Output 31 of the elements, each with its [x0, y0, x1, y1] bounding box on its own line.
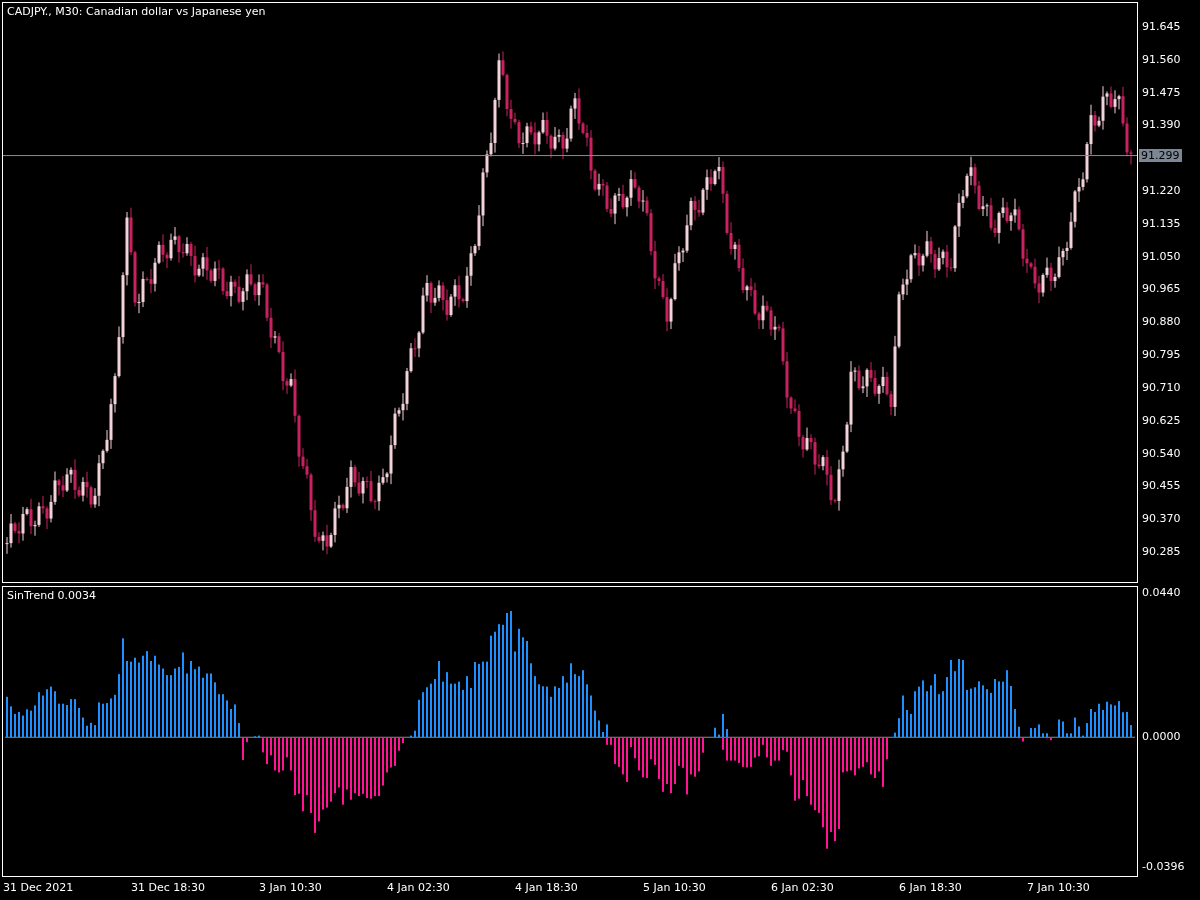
axis-label: 7 Jan 10:30 [1027, 881, 1090, 894]
axis-label: 5 Jan 10:30 [643, 881, 706, 894]
axis-label: 6 Jan 02:30 [771, 881, 834, 894]
axis-label: 90.710 [1142, 381, 1181, 394]
axis-label: 91.050 [1142, 250, 1181, 263]
axis-label: -0.0396 [1142, 861, 1185, 874]
axis-label: 91.135 [1142, 217, 1181, 230]
axis-label: 90.965 [1142, 283, 1181, 296]
axis-label: 91.390 [1142, 119, 1181, 132]
chart-title: CADJPY., M30: Canadian dollar vs Japanese yen [7, 5, 266, 18]
axis-label: 91.475 [1142, 86, 1181, 99]
axis-label: 4 Jan 02:30 [387, 881, 450, 894]
axis-label: 0.0440 [1142, 586, 1181, 599]
axis-label: 3 Jan 10:30 [259, 881, 322, 894]
axis-label: 91.220 [1142, 185, 1181, 198]
axis-label: 91.560 [1142, 53, 1181, 66]
current-price-label: 91.299 [1139, 148, 1182, 162]
axis-label: 0.0000 [1142, 731, 1181, 744]
axis-label: 90.370 [1142, 513, 1181, 526]
axis-label: 91.645 [1142, 21, 1181, 33]
axis-label: 90.540 [1142, 447, 1181, 460]
axis-label: 90.455 [1142, 480, 1181, 493]
axis-label: 90.795 [1142, 349, 1181, 362]
axis-label: 90.625 [1142, 414, 1181, 427]
axis-label: 90.285 [1142, 545, 1181, 558]
axis-label: 31 Dec 2021 [3, 881, 74, 894]
axis-label: 6 Jan 18:30 [899, 881, 962, 894]
axis-label: 31 Dec 18:30 [131, 881, 205, 894]
axis-label: 4 Jan 18:30 [515, 881, 578, 894]
indicator-label: SinTrend 0.0034 [7, 589, 97, 602]
axis-label: 90.880 [1142, 316, 1181, 329]
